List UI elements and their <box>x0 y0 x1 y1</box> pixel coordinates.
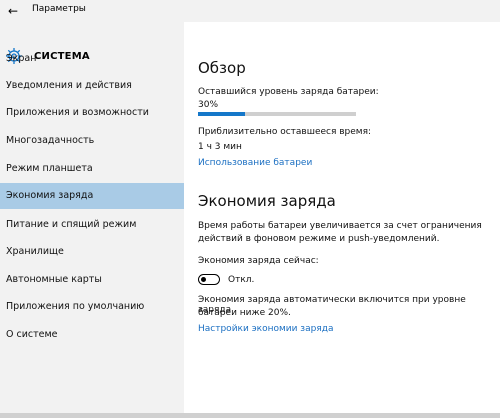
main-content: Обзор Оставшийся уровень заряда батареи:… <box>184 22 500 418</box>
saver-description-line1: Время работы батареи увеличивается за сч… <box>198 221 482 231</box>
time-remaining-value: 1 ч 3 мин <box>198 142 242 152</box>
sidebar-item-offline-maps[interactable]: Автономные карты <box>0 267 184 293</box>
saver-description-line2: действий в фоновом режиме и push-уведомл… <box>198 234 440 244</box>
sidebar-item-apps[interactable]: Приложения и возможности <box>0 100 184 126</box>
title-bar: ← Параметры <box>0 0 500 22</box>
sidebar-item-about[interactable]: О системе <box>0 322 184 348</box>
saver-status-label: Экономия заряда сейчас: <box>198 256 319 266</box>
bottom-border <box>0 413 500 418</box>
battery-progress-bar <box>198 112 356 116</box>
sidebar: СИСТЕМА Экран Уведомления и действия При… <box>0 22 184 418</box>
battery-level-value: 30% <box>198 100 219 110</box>
time-remaining-label: Приблизительно оставшееся время: <box>198 127 372 137</box>
overview-heading: Обзор <box>198 59 246 77</box>
sidebar-item-default-apps[interactable]: Приложения по умолчанию <box>0 294 184 320</box>
sidebar-item-tablet-mode[interactable]: Режим планшета <box>0 156 184 182</box>
battery-saver-heading: Экономия заряда <box>198 192 336 210</box>
app-title: Параметры <box>32 4 86 14</box>
back-arrow-icon[interactable]: ← <box>4 2 22 20</box>
sidebar-item-notifications[interactable]: Уведомления и действия <box>0 73 184 99</box>
battery-saver-settings-link[interactable]: Настройки экономии заряда <box>198 324 333 334</box>
sidebar-item-power-sleep[interactable]: Питание и спящий режим <box>0 212 184 238</box>
battery-progress-fill <box>198 112 246 116</box>
sidebar-item-storage[interactable]: Хранилище <box>0 239 184 265</box>
toggle-knob <box>201 276 206 282</box>
battery-usage-link[interactable]: Использование батареи <box>198 158 312 168</box>
sidebar-item-multitasking[interactable]: Многозадачность <box>0 128 184 154</box>
toggle-state-label: Откл. <box>228 275 255 285</box>
battery-saver-toggle[interactable] <box>198 274 220 285</box>
sidebar-item-battery-saver[interactable]: Экономия заряда <box>0 183 184 209</box>
battery-level-label: Оставшийся уровень заряда батареи: <box>198 87 379 97</box>
sidebar-item-screen[interactable]: Экран <box>0 46 184 72</box>
saver-auto-line2: батареи ниже 20%. <box>198 308 291 318</box>
